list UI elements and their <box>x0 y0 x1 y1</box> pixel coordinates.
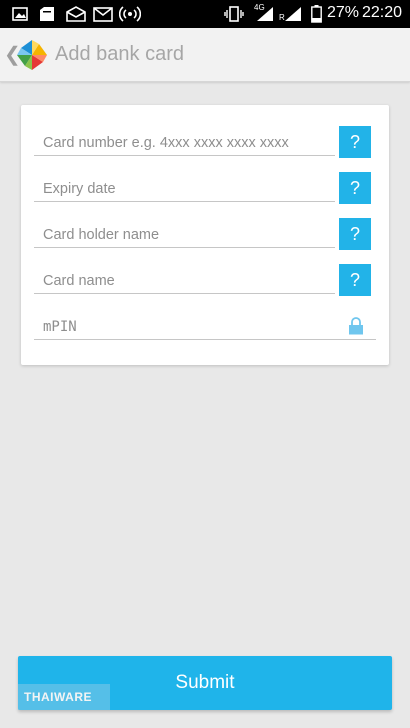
app-bar: ❮ Add bank card <box>0 28 410 82</box>
card-number-help-button[interactable]: ? <box>339 126 371 158</box>
expiry-date-placeholder: Expiry date <box>43 181 116 197</box>
page-title: Add bank card <box>55 43 184 65</box>
card-holder-name-field[interactable]: Card holder name <box>34 220 335 248</box>
vibrate-icon <box>224 5 244 23</box>
card-number-field[interactable]: Card number e.g. 4xxx xxxx xxxx xxxx <box>34 128 335 156</box>
mpin-field[interactable]: mPIN <box>34 312 376 340</box>
status-bar: 4G R 27% 22:20 <box>0 0 410 28</box>
expiry-date-help-button[interactable]: ? <box>339 172 371 204</box>
card-name-field[interactable]: Card name <box>34 266 335 294</box>
signal-roaming-icon <box>284 5 302 23</box>
image-icon <box>12 5 28 23</box>
battery-percent: 27% <box>327 4 360 21</box>
hotspot-icon <box>119 5 141 23</box>
signal-4g-icon <box>256 5 274 23</box>
mail-icon <box>93 5 113 23</box>
watermark: THAIWARE <box>18 684 110 710</box>
lock-icon <box>348 317 364 335</box>
clock: 22:20 <box>362 4 403 21</box>
card-holder-name-placeholder: Card holder name <box>43 227 160 243</box>
card-name-help-button[interactable]: ? <box>339 264 371 296</box>
mail-open-icon <box>66 5 86 23</box>
bank-card-form: Card number e.g. 4xxx xxxx xxxx xxxx ? E… <box>21 105 389 365</box>
expiry-date-field[interactable]: Expiry date <box>34 174 335 202</box>
card-name-placeholder: Card name <box>43 273 115 289</box>
notification-icon <box>38 5 56 23</box>
battery-icon <box>310 5 322 23</box>
card-holder-name-help-button[interactable]: ? <box>339 218 371 250</box>
mpin-placeholder: mPIN <box>43 319 77 335</box>
pinwheel-logo-icon[interactable] <box>16 39 48 71</box>
card-number-placeholder: Card number e.g. 4xxx xxxx xxxx xxxx <box>43 135 289 151</box>
